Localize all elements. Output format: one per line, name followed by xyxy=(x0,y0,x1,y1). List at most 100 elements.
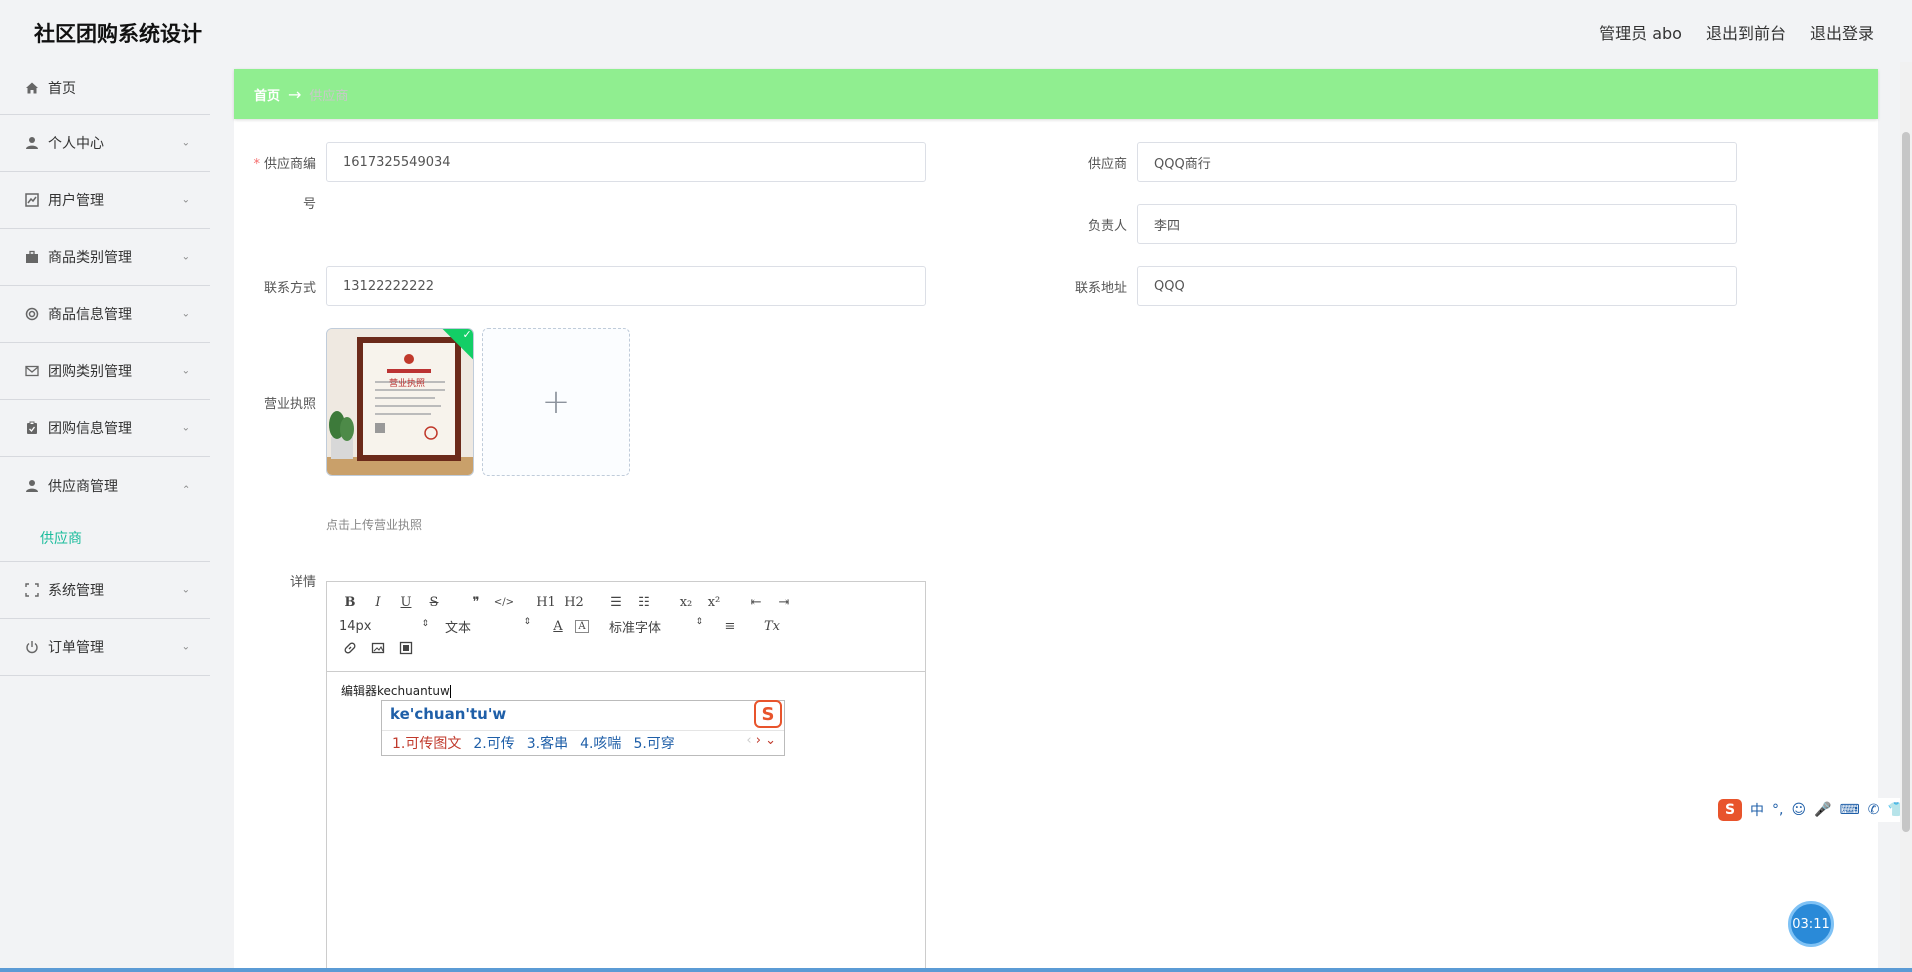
supplier-input[interactable]: QQQ商行 xyxy=(1137,142,1737,182)
rich-text-editor: B I U S ❞ </> H1 H2 ☰ ☷ x₂ x² ⇤ ⇥ 14px ⇕… xyxy=(326,581,926,972)
toolbar-row-1: B I U S ❞ </> H1 H2 ☰ ☷ x₂ x² ⇤ ⇥ xyxy=(339,590,913,614)
home-icon xyxy=(24,80,40,96)
sidebar-item-supplier-mgmt[interactable]: 供应商管理 ⌄ xyxy=(0,457,210,514)
toolbar-row-3 xyxy=(339,638,913,662)
clear-format-button[interactable]: Tx xyxy=(761,619,783,634)
font-color-button[interactable]: A xyxy=(547,619,569,634)
chart-icon xyxy=(24,192,40,208)
top-bar: 社区团购系统设计 管理员 abo 退出到前台 退出登录 xyxy=(0,0,1912,62)
subscript-button[interactable]: x₂ xyxy=(675,595,697,610)
required-mark: * xyxy=(253,157,260,172)
bold-button[interactable]: B xyxy=(339,595,361,610)
sidebar-subitem-supplier[interactable]: 供应商 xyxy=(0,514,210,562)
sidebar-item-personal[interactable]: 个人中心 ⌄ xyxy=(0,115,210,172)
ime-candidate[interactable]: 3.客串 xyxy=(527,733,568,753)
link-icon[interactable] xyxy=(339,641,361,659)
person-icon xyxy=(24,135,40,151)
exit-to-front-link[interactable]: 退出到前台 xyxy=(1706,20,1786,44)
breadcrumb-home[interactable]: 首页 xyxy=(254,85,280,104)
text-caret xyxy=(449,685,451,698)
sidebar-item-users[interactable]: 用户管理 ⌄ xyxy=(0,172,210,229)
h1-button[interactable]: H1 xyxy=(535,595,557,610)
address-input[interactable]: QQQ xyxy=(1137,266,1737,306)
ime-candidate[interactable]: 1.可传图文 xyxy=(392,733,461,753)
sidebar-item-label: 个人中心 xyxy=(48,136,104,152)
keyboard-icon[interactable]: ⌨ xyxy=(1840,802,1860,818)
strike-button[interactable]: S xyxy=(423,595,445,610)
sidebar-item-label: 供应商管理 xyxy=(48,478,118,495)
scrollbar-thumb[interactable] xyxy=(1902,132,1910,832)
recording-timer[interactable]: 03:11 xyxy=(1788,901,1834,947)
breadcrumb-current: 供应商 xyxy=(309,88,349,104)
main-content: 首页 → 供应商 * 供应商编 号 1617325549034 供应商 QQQ商行… xyxy=(234,69,1878,972)
code-button[interactable]: </> xyxy=(493,597,515,608)
sidebar-item-home[interactable]: 首页 xyxy=(0,62,210,115)
superscript-button[interactable]: x² xyxy=(703,595,725,610)
ime-candidate[interactable]: 4.咳喘 xyxy=(580,733,621,753)
license-image[interactable]: 营业执照 ✓ xyxy=(326,328,474,476)
ordered-list-button[interactable]: ☰ xyxy=(605,595,627,610)
sidebar-item-system[interactable]: 系统管理 ⌄ xyxy=(0,562,210,619)
chevron-down-icon: ⌄ xyxy=(181,251,190,263)
chevron-down-icon: ⌄ xyxy=(181,308,190,320)
italic-button[interactable]: I xyxy=(367,595,389,610)
h2-button[interactable]: H2 xyxy=(563,595,585,610)
owner-input[interactable]: 李四 xyxy=(1137,204,1737,244)
underline-button[interactable]: U xyxy=(395,595,417,610)
indent-button[interactable]: ⇥ xyxy=(773,595,795,610)
chevron-down-icon: ⌄ xyxy=(181,194,190,206)
background-color-button[interactable]: A xyxy=(575,619,589,633)
license-certificate-image xyxy=(327,329,473,475)
sogou-icon[interactable]: S xyxy=(1718,799,1742,821)
chevron-down-icon: ⌄ xyxy=(181,584,190,596)
upload-add-button[interactable]: + xyxy=(482,328,630,476)
phone-input[interactable]: 13122222222 xyxy=(326,266,926,306)
font-size-select[interactable]: 14px ⇕ xyxy=(339,619,429,634)
chevron-up-icon: ⌄ xyxy=(181,482,190,494)
bullet-list-button[interactable]: ☷ xyxy=(633,595,655,610)
chevron-left-icon[interactable]: ‹ xyxy=(746,733,751,748)
sogou-logo-icon: S xyxy=(754,700,782,728)
chevron-down-icon: ⌄ xyxy=(181,137,190,149)
sidebar: 首页 个人中心 ⌄ 用户管理 ⌄ 商品类别管理 ⌄ 商品信息管理 ⌄ 团购类别管… xyxy=(0,62,210,972)
supplier-label: 供应商 xyxy=(1087,157,1127,172)
person-icon xyxy=(24,478,40,494)
sidebar-item-group-info[interactable]: 团购信息管理 ⌄ xyxy=(0,400,210,457)
sidebar-item-product-info[interactable]: 商品信息管理 ⌄ xyxy=(0,286,210,343)
clipboard-icon xyxy=(24,420,40,436)
chevron-down-icon: ⌄ xyxy=(181,422,190,434)
font-family-select[interactable]: 标准字体 ⇕ xyxy=(609,617,703,636)
microphone-icon[interactable]: 🎤 xyxy=(1814,802,1831,818)
power-icon xyxy=(24,639,40,655)
ime-candidate-popup: ke'chuan'tu'w S 1.可传图文 2.可传 3.客串 4.咳喘 5.… xyxy=(381,700,785,756)
supplier-no-label: * 供应商编 xyxy=(253,157,316,172)
video-icon[interactable] xyxy=(395,641,417,659)
sidebar-item-label: 商品信息管理 xyxy=(48,307,132,323)
chevron-down-icon: ⌄ xyxy=(181,641,190,653)
chevron-down-icon: ⌄ xyxy=(181,365,190,377)
license-image-title: 营业执照 xyxy=(389,379,426,389)
sidebar-item-label: 系统管理 xyxy=(48,583,104,599)
ime-candidate[interactable]: 5.可穿 xyxy=(633,733,674,753)
sidebar-item-group-category[interactable]: 团购类别管理 ⌄ xyxy=(0,343,210,400)
sidebar-item-orders[interactable]: 订单管理 ⌄ xyxy=(0,619,210,676)
chinese-mode-toggle[interactable]: 中 xyxy=(1750,800,1764,820)
chevron-down-icon[interactable]: ⌄ xyxy=(765,733,776,748)
ime-candidates: 1.可传图文 2.可传 3.客串 4.咳喘 5.可穿 xyxy=(392,733,675,753)
align-button[interactable]: ≡ xyxy=(719,619,741,634)
punctuation-toggle[interactable]: °, xyxy=(1772,802,1783,818)
voice-icon[interactable]: ✆ xyxy=(1868,802,1880,818)
bottom-border xyxy=(0,968,1912,972)
sidebar-item-label: 团购信息管理 xyxy=(48,421,132,437)
page-scrollbar[interactable] xyxy=(1900,62,1912,972)
chevron-right-icon[interactable]: › xyxy=(756,733,761,748)
supplier-no-input[interactable]: 1617325549034 xyxy=(326,142,926,182)
block-type-select[interactable]: 文本 ⇕ xyxy=(445,617,531,636)
emoji-icon[interactable]: ☺ xyxy=(1791,802,1806,818)
outdent-button[interactable]: ⇤ xyxy=(745,595,767,610)
image-icon[interactable] xyxy=(367,641,389,659)
sidebar-item-product-category[interactable]: 商品类别管理 ⌄ xyxy=(0,229,210,286)
blockquote-button[interactable]: ❞ xyxy=(465,595,487,610)
ime-candidate[interactable]: 2.可传 xyxy=(473,733,514,753)
logout-link[interactable]: 退出登录 xyxy=(1810,20,1874,44)
